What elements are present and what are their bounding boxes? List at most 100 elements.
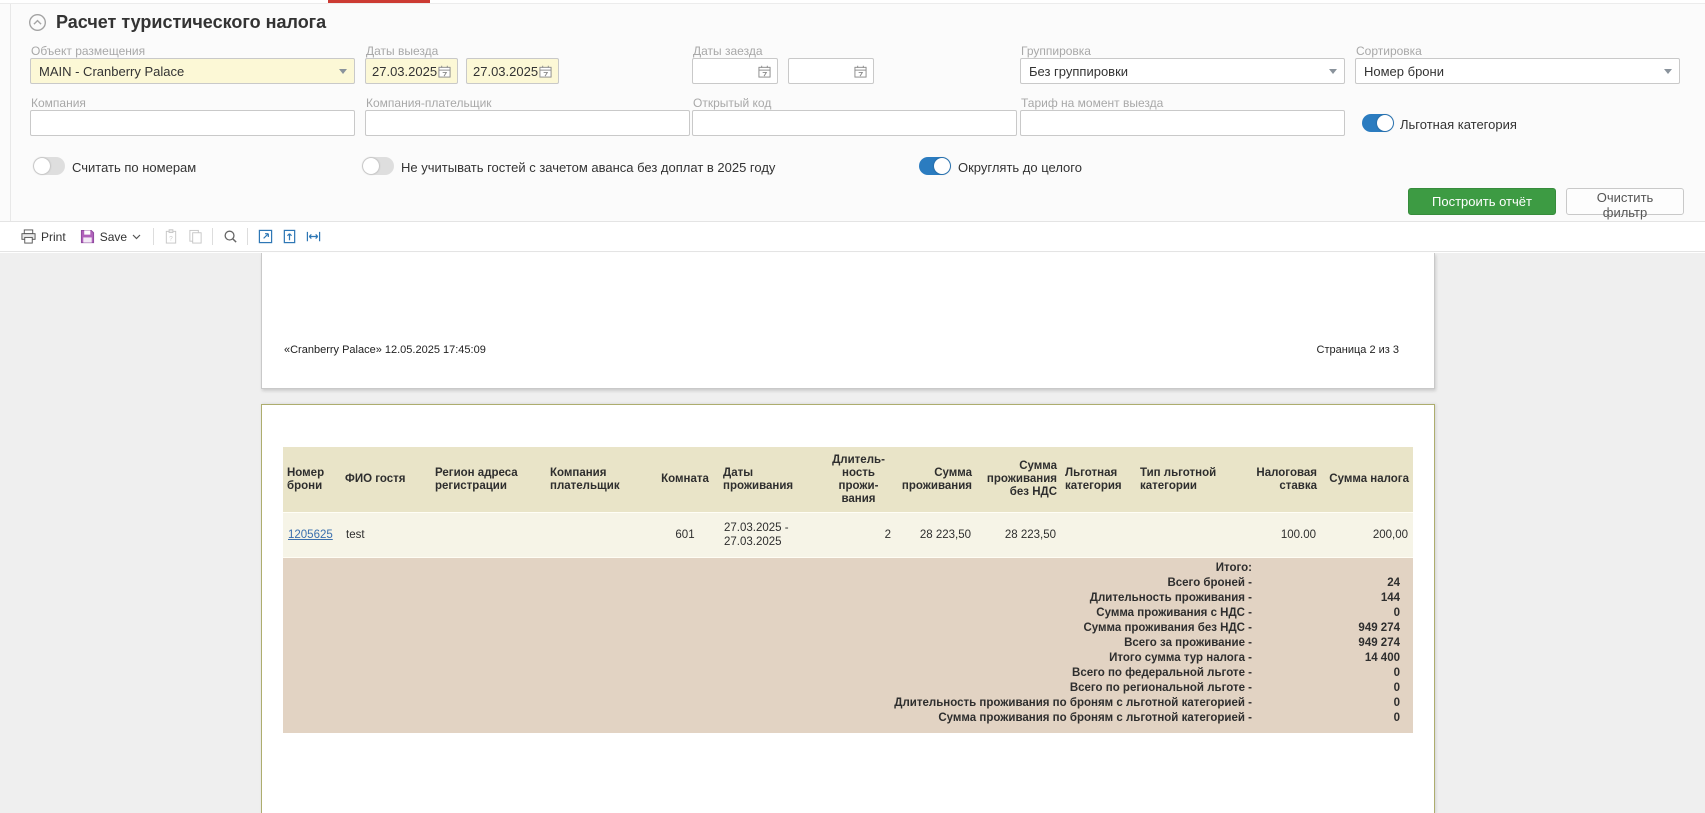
grouping-select[interactable]: Без группировки [1020, 58, 1345, 84]
table-header-row: Номер брониФИО гостяРегион адреса регист… [283, 447, 1413, 512]
table-data-row: 1205625 test 601 27.03.2025 - 27.03.2025 2 28… [283, 512, 1413, 557]
column-header-label: ФИО гостя [345, 473, 427, 486]
column-header-label: Сумма налога [1325, 473, 1409, 486]
totals-title: Итого: [283, 561, 1258, 576]
totals-value: 949 274 [1258, 636, 1413, 651]
calendar-icon [539, 65, 552, 78]
expand-icon [258, 229, 273, 244]
table-cell-value: test [346, 528, 365, 542]
fit-height-icon [282, 229, 297, 244]
company-input[interactable] [30, 110, 355, 136]
totals-label: Длительность проживания - [283, 591, 1258, 606]
calendar-icon [758, 65, 771, 78]
app-window: Расчет туристического налога Объект разм… [0, 0, 1705, 813]
report-page-1: «Cranberry Palace» 12.05.2025 17:45:09 С… [261, 253, 1435, 389]
column-header-label: Тип льготной категории [1140, 467, 1227, 493]
totals-label: Всего по региональной льготе - [283, 681, 1258, 696]
column-header-label: Компания плательщик [550, 467, 647, 493]
totals-label: Сумма проживания без НДС - [283, 621, 1258, 636]
checkout-date-to-input[interactable]: 27.03.2025 [466, 58, 559, 84]
totals-value: 144 [1258, 591, 1413, 606]
grouping-label: Группировка [1021, 44, 1091, 58]
table-cell: 100.00 [1231, 513, 1321, 557]
totals-row: Всего по федеральной льготе -0 [283, 666, 1413, 681]
totals-row: Всего за проживание -949 274 [283, 636, 1413, 651]
totals-row: Длительность проживания по броням с льго… [283, 696, 1413, 711]
table-cell-value: 200,00 [1373, 528, 1408, 542]
svg-text:?: ? [169, 235, 173, 242]
column-header: Даты проживания [719, 447, 821, 512]
sorting-label: Сортировка [1356, 44, 1422, 58]
table-cell: 27.03.2025 - 27.03.2025 [719, 513, 821, 557]
calendar-icon [854, 65, 867, 78]
object-select[interactable]: MAIN - Cranberry Palace [30, 58, 355, 84]
column-header: Сумма проживания [896, 447, 976, 512]
tariff-input[interactable] [1020, 110, 1345, 136]
totals-label: Сумма проживания с НДС - [283, 606, 1258, 621]
open-code-input[interactable] [692, 110, 1017, 136]
table-cell [546, 513, 651, 557]
save-button[interactable]: Save [73, 225, 148, 249]
fit-page-height-button[interactable] [277, 225, 301, 249]
count-by-rooms-toggle[interactable] [33, 157, 65, 175]
totals-label: Итого сумма тур налога - [283, 651, 1258, 666]
booking-number-link[interactable]: 1205625 [288, 528, 333, 542]
clipboard-tool-button: ? [159, 225, 183, 249]
checkout-date-from-value: 27.03.2025 [372, 64, 437, 79]
exclude-advance-guests-label: Не учитывать гостей с зачетом аванса без… [401, 160, 775, 175]
page1-footer: «Cranberry Palace» 12.05.2025 17:45:09 С… [284, 344, 1399, 356]
table-cell-value: 2 [885, 528, 891, 542]
totals-row: Всего по региональной льготе -0 [283, 681, 1413, 696]
search-icon [223, 229, 238, 244]
totals-row: Длительность проживания -144 [283, 591, 1413, 606]
toolbar-separator [153, 228, 154, 245]
toggle-knob [1377, 115, 1393, 131]
report-preview-area[interactable]: «Cranberry Palace» 12.05.2025 17:45:09 С… [0, 253, 1705, 813]
print-button[interactable]: Print [14, 225, 73, 249]
totals-value: 24 [1258, 576, 1413, 591]
fit-page-width-button[interactable] [301, 225, 325, 249]
report-footer-text: «Cranberry Palace» 12.05.2025 17:45:09 [284, 344, 486, 356]
totals-value: 0 [1258, 666, 1413, 681]
totals-label: Длительность проживания по броням с льго… [283, 696, 1258, 711]
build-report-button[interactable]: Построить отчёт [1408, 188, 1556, 215]
totals-label: Всего броней - [283, 576, 1258, 591]
open-code-label: Открытый код [693, 96, 771, 110]
clear-filter-button[interactable]: Очистить фильтр [1566, 188, 1684, 215]
privileged-category-label: Льготная категория [1400, 117, 1517, 132]
object-select-value: MAIN - Cranberry Palace [39, 64, 184, 79]
privileged-category-toggle[interactable] [1362, 114, 1394, 132]
table-cell-value: 601 [675, 528, 694, 542]
table-cell: 2 [821, 513, 896, 557]
report-page-2: Номер брониФИО гостяРегион адреса регист… [261, 404, 1435, 813]
payer-company-input[interactable] [365, 110, 690, 136]
full-screen-button[interactable] [253, 225, 277, 249]
find-button[interactable] [218, 225, 242, 249]
exclude-advance-guests-toggle[interactable] [362, 157, 394, 175]
round-to-integer-toggle[interactable] [919, 157, 951, 175]
totals-label: Всего за проживание - [283, 636, 1258, 651]
chevron-down-icon [339, 69, 347, 74]
toolbar-separator [212, 228, 213, 245]
sorting-select[interactable]: Номер брони [1355, 58, 1680, 84]
table-cell-value: 100.00 [1281, 528, 1316, 542]
filter-panel: Расчет туристического налога Объект разм… [0, 4, 1705, 221]
checkin-date-from-input[interactable] [692, 58, 778, 84]
totals-title-value [1258, 561, 1413, 576]
checkout-date-from-input[interactable]: 27.03.2025 [365, 58, 458, 84]
toggle-knob [34, 158, 50, 174]
viewer-toolbar: Print Save ? [0, 221, 1705, 252]
column-header: Сумма налога [1321, 447, 1413, 512]
column-header-label: Сумма проживания без НДС [980, 460, 1057, 499]
column-header: Длитель-ность прожи-вания [821, 447, 896, 512]
column-header: Тип льготной категории [1136, 447, 1231, 512]
collapse-panel-button[interactable] [28, 13, 47, 32]
checkin-date-to-input[interactable] [788, 58, 874, 84]
column-header-label: Номер брони [287, 467, 337, 493]
save-button-label: Save [100, 230, 127, 244]
table-cell: test [341, 513, 431, 557]
column-header: Сумма проживания без НДС [976, 447, 1061, 512]
table-cell-value: 27.03.2025 - 27.03.2025 [724, 521, 816, 549]
table-cell-value: 28 223,50 [1005, 528, 1056, 542]
checkin-dates-label: Даты заезда [693, 44, 763, 58]
